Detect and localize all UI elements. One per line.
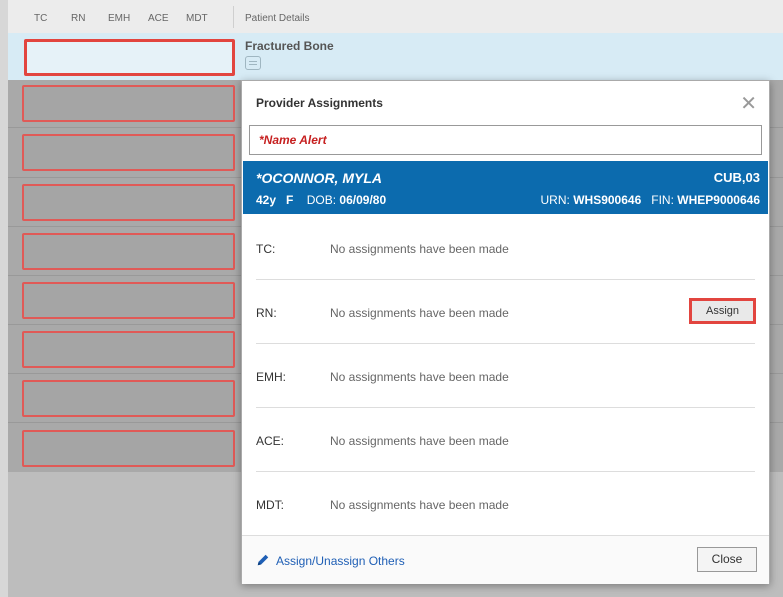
assignment-cell[interactable] — [22, 134, 235, 171]
diagnosis-text: Fractured Bone — [245, 39, 334, 53]
role-label: MDT: — [256, 498, 284, 512]
assignment-status: No assignments have been made — [330, 242, 509, 256]
patient-urn: WHS900646 — [573, 193, 642, 207]
close-icon[interactable]: ✕ — [740, 91, 757, 116]
name-alert-text: *Name Alert — [259, 133, 327, 147]
patient-name: *OCONNOR, MYLA — [256, 170, 382, 186]
assignment-cell[interactable] — [22, 233, 235, 270]
name-alert-banner: *Name Alert — [249, 125, 762, 155]
role-label: TC: — [256, 242, 276, 256]
dialog-title: Provider Assignments — [256, 96, 383, 110]
column-header-patient-details[interactable]: Patient Details — [245, 13, 309, 24]
column-header-rn[interactable]: RN — [71, 13, 85, 24]
selected-patient-row[interactable]: Fractured Bone — [8, 33, 783, 81]
dob-label: DOB: — [306, 193, 337, 207]
assignment-cell[interactable] — [22, 282, 235, 319]
column-header-tc[interactable]: TC — [34, 13, 47, 24]
patient-identifiers: URN: WHS900646 FIN: WHEP9000646 — [541, 193, 760, 207]
column-header-ace[interactable]: ACE — [148, 13, 169, 24]
role-label: EMH: — [256, 370, 286, 384]
pencil-icon — [257, 554, 269, 566]
patient-dob: 06/09/80 — [339, 193, 387, 207]
urn-label: URN: — [540, 193, 570, 207]
fin-label: FIN: — [651, 193, 674, 207]
assignment-status: No assignments have been made — [330, 434, 509, 448]
assignment-row-tc: TC: No assignments have been made — [256, 215, 755, 280]
assign-button[interactable]: Assign — [689, 298, 756, 324]
role-label: ACE: — [256, 434, 285, 448]
patient-age: 42y — [256, 193, 277, 207]
column-header-mdt[interactable]: MDT — [186, 13, 208, 24]
assignment-cell[interactable] — [22, 85, 235, 122]
assignment-status: No assignments have been made — [330, 498, 509, 512]
provider-assignments-dialog: Provider Assignments ✕ *Name Alert *OCON… — [241, 80, 770, 584]
patient-fin: WHEP9000646 — [677, 193, 760, 207]
assignment-cell[interactable] — [22, 380, 235, 417]
column-header-emh[interactable]: EMH — [108, 13, 130, 24]
assignment-cell[interactable] — [22, 331, 235, 368]
tracking-list-header: TC RN EMH ACE MDT Patient Details — [8, 0, 783, 34]
assignment-row-mdt: MDT: No assignments have been made — [256, 471, 755, 535]
assignment-cell-highlighted[interactable] — [24, 39, 235, 76]
assignment-row-ace: ACE: No assignments have been made — [256, 407, 755, 472]
close-button[interactable]: Close — [697, 547, 757, 572]
patient-banner: *OCONNOR, MYLA CUB,03 42y F DOB: 06/09/8… — [243, 161, 768, 214]
role-label: RN: — [256, 306, 277, 320]
patient-demographics: 42y F DOB: 06/09/80 URN: WHS900646 FIN: … — [256, 193, 760, 207]
assignment-row-emh: EMH: No assignments have been made — [256, 343, 755, 408]
assignment-cell[interactable] — [22, 430, 235, 467]
assignment-cell[interactable] — [22, 184, 235, 221]
assignment-row-rn: RN: No assignments have been made Assign — [256, 279, 756, 344]
assign-unassign-others-link[interactable]: Assign/Unassign Others — [256, 553, 405, 568]
assignment-status: No assignments have been made — [330, 306, 509, 320]
patient-sex: F — [286, 193, 294, 207]
assign-unassign-others-label: Assign/Unassign Others — [276, 554, 405, 568]
assignment-status: No assignments have been made — [330, 370, 509, 384]
dialog-footer: Assign/Unassign Others Close — [242, 535, 769, 584]
comment-icon[interactable] — [245, 56, 261, 70]
patient-location: CUB,03 — [713, 170, 760, 185]
column-divider — [233, 6, 234, 28]
